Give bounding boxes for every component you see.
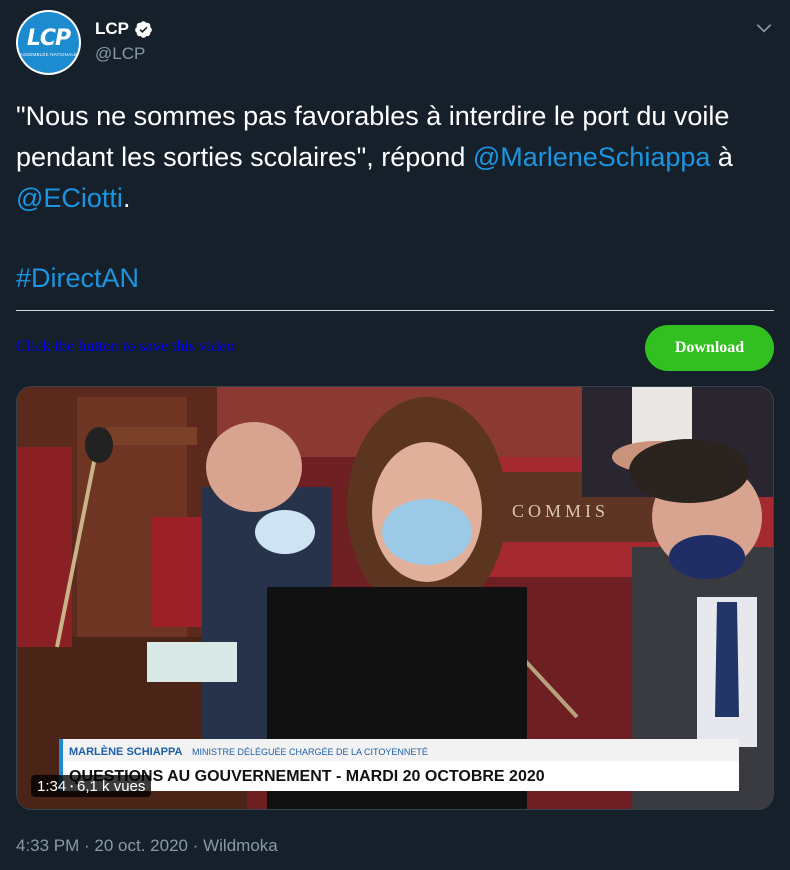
tweet-footer: 4:33 PM · 20 oct. 2020 · Wildmoka: [16, 836, 278, 856]
tweet-date[interactable]: 20 oct. 2020: [94, 836, 188, 855]
tweet-text: "Nous ne sommes pas favorables à interdi…: [16, 96, 774, 219]
tweet-time[interactable]: 4:33 PM: [16, 836, 79, 855]
video-duration: 1:34: [37, 777, 67, 795]
video-meta-badge: 1:34 • 6,1 k vues: [31, 775, 152, 797]
avatar-logo-text: LCP: [26, 26, 71, 51]
footer-separator: ·: [188, 836, 204, 855]
video-views: 6,1 k vues: [77, 777, 146, 795]
display-name[interactable]: LCP: [95, 19, 129, 39]
author-block: LCP @LCP: [95, 19, 153, 64]
tweet-header: LCP Assemblée nationale LCP @LCP: [16, 10, 774, 76]
hashtag-line: #DirectAN: [16, 258, 139, 299]
tweet-text-part: .: [122, 183, 131, 213]
mention-link[interactable]: @MarleneSchiappa: [473, 142, 711, 172]
avatar-logo-circle: LCP Assemblée nationale: [18, 12, 79, 73]
video-player[interactable]: COMMIS MARLÈNE SCHIAPPA MINISTRE DÉLÉGUÉ…: [16, 386, 774, 810]
banner-name: MARLÈNE SCHIAPPA: [69, 745, 183, 758]
chevron-down-icon[interactable]: [754, 18, 774, 38]
verified-badge-icon: [135, 20, 152, 38]
divider: [16, 310, 774, 311]
display-name-row: LCP: [95, 19, 153, 39]
save-video-prompt: Click the button to save this video: [16, 338, 235, 355]
avatar-subtitle: Assemblée nationale: [19, 52, 78, 57]
banner-role: MINISTRE DÉLÉGUÉE CHARGÉE DE LA CITOYENN…: [192, 747, 428, 757]
hashtag-link[interactable]: #DirectAN: [16, 263, 139, 293]
meta-separator: •: [70, 781, 74, 791]
tweet-text-part: à: [710, 142, 733, 172]
tweet-source[interactable]: Wildmoka: [203, 836, 278, 855]
download-button[interactable]: Download: [645, 325, 774, 371]
mention-link[interactable]: @ECiotti: [16, 183, 123, 213]
bench-sign-text: COMMIS: [512, 501, 609, 521]
video-frame: COMMIS MARLÈNE SCHIAPPA MINISTRE DÉLÉGUÉ…: [17, 387, 773, 809]
avatar[interactable]: LCP Assemblée nationale: [16, 10, 81, 75]
handle[interactable]: @LCP: [95, 44, 153, 64]
footer-separator: ·: [79, 836, 95, 855]
